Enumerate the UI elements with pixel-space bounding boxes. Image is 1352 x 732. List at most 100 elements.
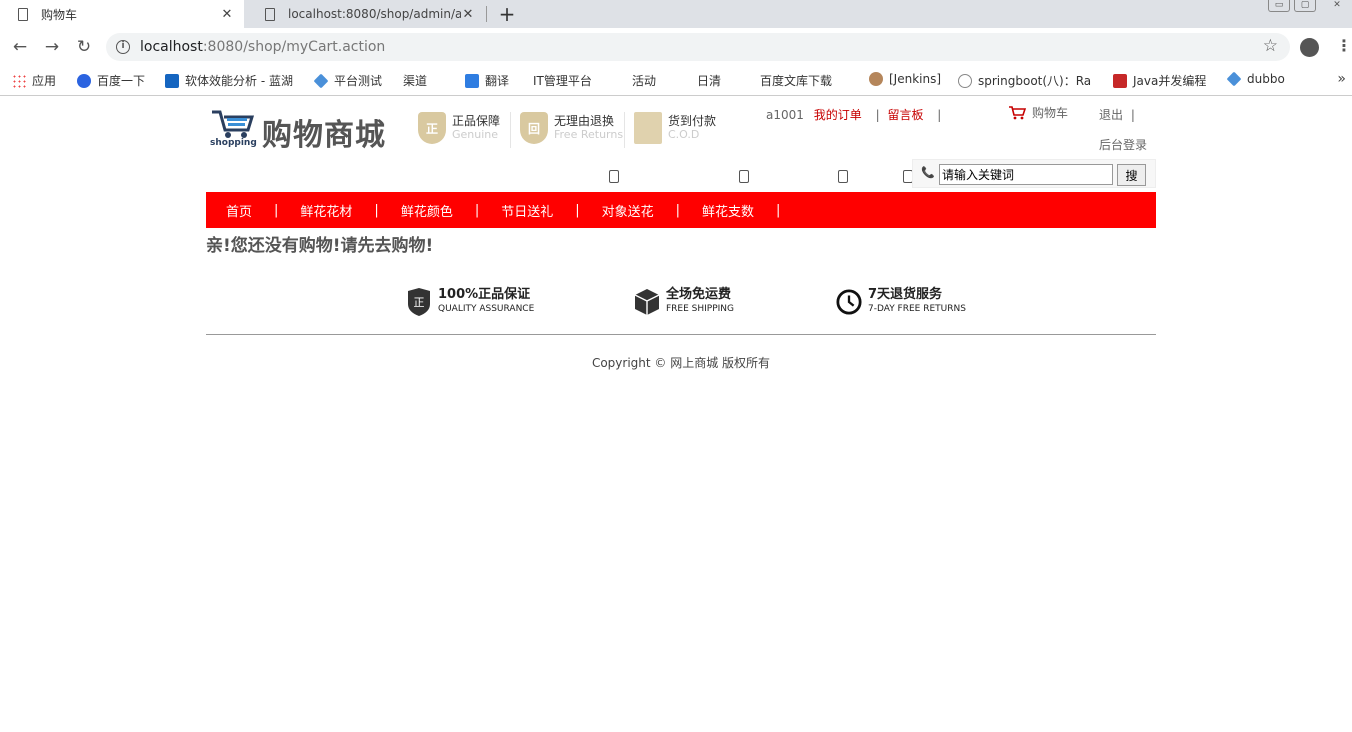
bookmark-label: 活动 — [632, 74, 657, 88]
bookmarks-bar: 应用 百度一下 软体效能分析 - 蓝湖 平台测试 渠道 翻译 IT管理平台 活动… — [0, 66, 1352, 183]
close-icon[interactable]: ✕ — [461, 7, 475, 22]
promise-title: 货到付款 — [668, 114, 717, 128]
page-icon — [18, 7, 28, 21]
bookmark-springboot[interactable]: springboot(八)：Ra — [958, 72, 1091, 89]
admin-login-area: 后台登录 — [1099, 136, 1147, 153]
bookmark-platform-test[interactable]: 平台测试 — [313, 72, 383, 89]
username: a1001 — [766, 108, 804, 122]
promise-cod: 货到付款 C.O.D — [634, 112, 716, 144]
url-path: :8080/shop/myCart.action — [202, 39, 386, 55]
translate-icon — [465, 73, 479, 88]
clock-icon — [836, 289, 862, 315]
account-icon[interactable] — [1300, 38, 1319, 57]
promise-divider — [624, 112, 625, 148]
tab-title: localhost:8080/shop/admin/ac — [288, 7, 461, 21]
bookmark-channel[interactable]: 渠道 — [403, 72, 619, 183]
tab-title: 购物车 — [41, 7, 78, 22]
box-icon — [634, 289, 660, 315]
bookmark-activity[interactable]: 活动 — [632, 72, 848, 183]
return-shield-icon: 回 — [520, 112, 548, 144]
guarantee-title: 7天退货服务 — [868, 287, 943, 302]
bookmark-label: 应用 — [32, 74, 57, 88]
back-button[interactable]: ← — [8, 36, 32, 60]
promise-sub: Genuine — [452, 128, 499, 141]
logout-link[interactable]: 退出 — [1099, 108, 1123, 122]
nav-separator: | — [776, 202, 781, 218]
bookmark-label: [Jenkins] — [889, 72, 942, 86]
bookmark-label: 日清 — [697, 74, 722, 88]
bookmark-jenkins[interactable]: [Jenkins] — [869, 72, 941, 86]
tab-cart[interactable]: 购物车 ✕ — [0, 0, 244, 28]
bookmark-daily[interactable]: 日清 — [697, 72, 913, 183]
nav-item-recipient[interactable]: 对象送花 — [602, 201, 654, 220]
search-button[interactable]: 搜 — [1117, 164, 1146, 186]
csdn-icon — [1113, 73, 1127, 88]
bookmark-apps[interactable]: 应用 — [12, 72, 56, 89]
logo-title: 购物商城 — [262, 118, 386, 153]
lanhu-icon — [165, 73, 179, 88]
promise-title: 正品保障 — [452, 114, 501, 128]
tab-admin[interactable]: localhost:8080/shop/admin/ac ✕ — [247, 0, 485, 28]
browser-menu-icon[interactable]: ⋮ — [1336, 36, 1352, 55]
info-icon[interactable]: i — [116, 40, 130, 54]
page-icon — [265, 7, 275, 21]
bookmark-wenku[interactable]: 百度文库下载 — [760, 72, 976, 183]
bookmark-label: 百度一下 — [97, 74, 146, 88]
jenkins-icon — [869, 72, 883, 86]
message-board-link[interactable]: 留言板 — [887, 108, 923, 122]
reload-button[interactable]: ↻ — [72, 36, 96, 60]
minimize-button[interactable]: ▭ — [1268, 0, 1290, 12]
guarantee-shipping: 全场免运费 FREE SHIPPING — [634, 288, 734, 316]
copyright-text: Copyright © 网上商城 版权所有 — [591, 356, 771, 370]
nav-item-flower-colors[interactable]: 鲜花颜色 — [401, 201, 453, 220]
forward-button[interactable]: → — [40, 36, 64, 60]
nav-item-holiday-gifts[interactable]: 节日送礼 — [501, 201, 553, 220]
nav-item-home[interactable]: 首页 — [226, 201, 252, 220]
bookmark-label: 平台测试 — [334, 74, 383, 88]
guarantee-title: 100%正品保证 — [438, 287, 531, 302]
promise-divider — [510, 112, 511, 148]
bookmark-translate[interactable]: 翻译 — [465, 72, 509, 89]
site-logo[interactable]: shopping 购物商城 — [210, 108, 410, 153]
nav-separator: | — [675, 202, 681, 218]
window-close-button[interactable]: ✕ — [1326, 0, 1348, 12]
svg-text:正: 正 — [414, 296, 425, 309]
bookmark-baidu[interactable]: 百度一下 — [77, 72, 145, 89]
promise-returns: 回 无理由退换 Free Returns — [520, 112, 623, 144]
bookmark-java-concurrency[interactable]: Java并发编程 — [1113, 72, 1206, 89]
address-bar[interactable]: i localhost:8080/shop/myCart.action ☆ — [106, 33, 1290, 61]
nav-item-flower-materials[interactable]: 鲜花花材 — [300, 201, 352, 220]
baidu-paw-icon — [77, 73, 91, 88]
separator: | — [1130, 108, 1135, 122]
my-orders-link[interactable]: 我的订单 — [814, 108, 862, 122]
separator: | — [875, 108, 880, 122]
promise-sub: Free Returns — [554, 128, 624, 141]
shield-icon: 正 — [418, 112, 446, 144]
admin-login-link[interactable]: 后台登录 — [1099, 138, 1147, 152]
search-bar: 📞 搜 — [912, 159, 1156, 188]
bookmark-star-icon[interactable]: ☆ — [1263, 36, 1278, 56]
new-tab-button[interactable]: + — [497, 2, 517, 26]
bookmark-label: 百度文库下载 — [760, 74, 833, 88]
shopping-cart-icon — [1009, 105, 1026, 119]
close-icon[interactable]: ✕ — [220, 7, 234, 22]
bookmark-label: springboot(八)：Ra — [978, 74, 1092, 88]
bookmark-it-platform[interactable]: IT管理平台 — [533, 72, 749, 183]
globe-icon — [958, 73, 972, 88]
bookmark-label: 渠道 — [403, 74, 428, 88]
bookmark-dubbo[interactable]: dubbo — [1226, 71, 1285, 87]
url-text[interactable]: localhost:8080/shop/myCart.action — [140, 39, 385, 55]
bookmark-lanhu[interactable]: 软体效能分析 - 蓝湖 — [165, 72, 293, 89]
apps-icon — [12, 73, 26, 88]
maximize-button[interactable]: ▢ — [1294, 0, 1316, 12]
more-bookmarks-icon[interactable]: » — [1337, 71, 1346, 87]
diamond-icon — [313, 73, 329, 88]
url-host: localhost — [140, 39, 203, 55]
nav-item-stem-count[interactable]: 鲜花支数 — [702, 201, 754, 220]
promise-genuine: 正 正品保障 Genuine — [418, 112, 500, 144]
page-icon — [838, 170, 848, 183]
cart-link[interactable]: 购物车 — [1008, 104, 1068, 121]
guarantee-returns: 7天退货服务 7-DAY FREE RETURNS — [836, 288, 966, 316]
logout-area: 退出 | — [1099, 106, 1135, 123]
search-input[interactable] — [939, 164, 1113, 185]
